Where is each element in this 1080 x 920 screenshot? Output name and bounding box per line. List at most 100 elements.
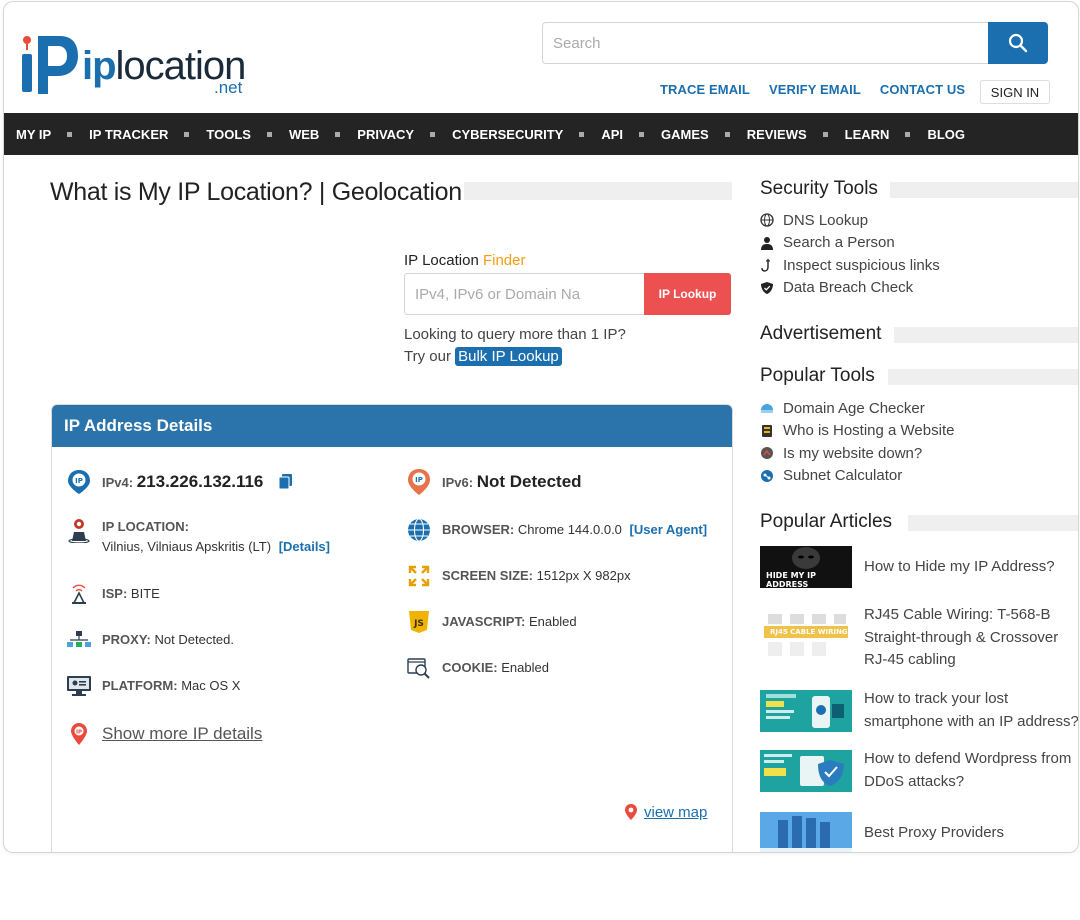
nav-api[interactable]: API bbox=[601, 127, 623, 142]
site-logo[interactable]: iplocation .net bbox=[18, 32, 248, 102]
contact-us-link[interactable]: CONTACT US bbox=[880, 82, 965, 97]
nav-web[interactable]: WEB bbox=[289, 127, 319, 142]
website-down-icon bbox=[760, 446, 774, 460]
ip-details-panel: IP Address Details IP IPv4: 213.226.132.… bbox=[51, 404, 733, 852]
screen-size-value: 1512px X 982px bbox=[536, 568, 631, 583]
popular-tools-heading: Popular Tools bbox=[760, 365, 875, 386]
article-track-smartphone[interactable]: How to track your lost smartphone with a… bbox=[760, 688, 1078, 733]
sidebar-item-dns-lookup[interactable]: DNS Lookup bbox=[760, 209, 940, 232]
nav-games[interactable]: GAMES bbox=[661, 127, 709, 142]
hook-icon bbox=[760, 258, 774, 272]
person-icon bbox=[760, 236, 774, 250]
nav-learn[interactable]: LEARN bbox=[845, 127, 890, 142]
heading-bar bbox=[888, 369, 1078, 385]
svg-text:IP: IP bbox=[75, 477, 83, 485]
nav-separator bbox=[430, 131, 436, 137]
article-thumbnail: RJ45 CABLE WIRING bbox=[760, 609, 852, 666]
sidebar-item-search-person[interactable]: Search a Person bbox=[760, 232, 940, 255]
ip-lookup-button[interactable]: IP Lookup bbox=[644, 273, 731, 315]
dns-globe-icon bbox=[760, 213, 774, 227]
nav-separator bbox=[822, 131, 828, 137]
search-button[interactable] bbox=[988, 22, 1048, 64]
subnet-network-icon bbox=[760, 469, 774, 483]
ip-location-row: IP LOCATION: Vilnius, Vilniaus Apskritis… bbox=[66, 517, 330, 557]
heading-bar bbox=[890, 182, 1078, 198]
sign-in-button[interactable]: SIGN IN bbox=[980, 80, 1050, 104]
svg-text:IP: IP bbox=[76, 730, 82, 736]
sidebar-item-website-down[interactable]: Is my website down? bbox=[760, 442, 954, 465]
article-hide-ip[interactable]: HIDE MY IP ADDRESS How to Hide my IP Add… bbox=[760, 546, 1078, 588]
ip-lookup-input[interactable] bbox=[404, 273, 644, 315]
proxy-row: PROXY: Not Detected. bbox=[66, 627, 234, 653]
article-best-proxy[interactable]: Best Proxy Providers bbox=[760, 812, 1078, 852]
sidebar-item-subnet-calculator[interactable]: Subnet Calculator bbox=[760, 465, 954, 488]
logo-tld: .net bbox=[214, 78, 243, 97]
article-thumbnail: HIDE MY IP ADDRESS bbox=[760, 546, 852, 588]
heading-bar bbox=[908, 515, 1078, 531]
popular-articles-heading: Popular Articles bbox=[760, 511, 893, 532]
security-tools-heading: Security Tools bbox=[760, 178, 878, 199]
isp-row: ISP: BITE bbox=[66, 581, 160, 607]
show-more-ip-details-link[interactable]: Show more IP details bbox=[102, 721, 262, 747]
platform-value: Mac OS X bbox=[181, 678, 241, 693]
sidebar-item-who-is-hosting[interactable]: Who is Hosting a Website bbox=[760, 420, 954, 443]
article-wordpress-ddos[interactable]: How to defend Wordpress from DDoS attack… bbox=[760, 748, 1078, 793]
nav-blog[interactable]: BLOG bbox=[927, 127, 965, 142]
shield-icon bbox=[760, 281, 774, 295]
finder-row: IP Lookup bbox=[404, 273, 734, 315]
trace-email-link[interactable]: TRACE EMAIL bbox=[660, 82, 750, 97]
location-details-link[interactable]: [Details] bbox=[279, 539, 330, 554]
view-map-link[interactable]: view map bbox=[624, 803, 707, 821]
location-value: Vilnius, Vilniaus Apskritis (LT) bbox=[102, 539, 272, 554]
copy-icon[interactable] bbox=[278, 474, 293, 495]
svg-text:JS: JS bbox=[413, 619, 424, 629]
hosting-server-icon bbox=[760, 424, 774, 438]
browser-row: BROWSER: Chrome 144.0.0.0 [User Agent] bbox=[406, 517, 707, 543]
sidebar-item-data-breach[interactable]: Data Breach Check bbox=[760, 277, 940, 300]
nav-privacy[interactable]: PRIVACY bbox=[357, 127, 414, 142]
article-thumbnail bbox=[760, 689, 852, 732]
ipv6-pin-icon: IP bbox=[406, 469, 432, 495]
bulk-ip-lookup-link[interactable]: Bulk IP Lookup bbox=[455, 347, 562, 366]
nav-separator bbox=[905, 131, 911, 137]
bulk-lookup-note: Looking to query more than 1 IP? Try our… bbox=[404, 326, 626, 366]
ipv6-row: IP IPv6: Not Detected bbox=[406, 469, 582, 496]
thumb-caption: HIDE MY IP ADDRESS bbox=[766, 571, 816, 588]
nav-separator bbox=[266, 131, 272, 137]
proxy-value: Not Detected. bbox=[154, 632, 235, 647]
ip-pin-icon: IP bbox=[66, 469, 92, 495]
nav-separator bbox=[335, 131, 341, 137]
verify-email-link[interactable]: VERIFY EMAIL bbox=[769, 82, 861, 97]
title-underline-bar bbox=[464, 182, 732, 200]
advertisement-heading: Advertisement bbox=[760, 323, 882, 344]
security-tools-list: DNS Lookup Search a Person Inspect suspi… bbox=[760, 209, 940, 299]
logo-mark-icon bbox=[22, 36, 78, 94]
ip-pin-small-icon: IP bbox=[66, 721, 92, 747]
monitor-icon bbox=[66, 673, 92, 699]
search-input[interactable] bbox=[542, 22, 988, 64]
nav-tools[interactable]: TOOLS bbox=[206, 127, 251, 142]
browser-value: Chrome 144.0.0.0 bbox=[517, 522, 622, 537]
article-rj45-wiring[interactable]: RJ45 CABLE WIRING RJ45 Cable Wiring: T-5… bbox=[760, 604, 1078, 672]
nav-reviews[interactable]: REVIEWS bbox=[747, 127, 807, 142]
sidebar-item-domain-age[interactable]: Domain Age Checker bbox=[760, 397, 954, 420]
cookie-value: Enabled bbox=[501, 660, 549, 675]
user-agent-link[interactable]: [User Agent] bbox=[630, 522, 708, 537]
top-links: TRACE EMAIL VERIFY EMAIL CONTACT US bbox=[660, 82, 984, 97]
show-more-row: IP Show more IP details bbox=[66, 721, 262, 747]
domain-age-icon bbox=[760, 401, 774, 415]
nav-my-ip[interactable]: MY IP bbox=[16, 127, 51, 142]
heading-bar bbox=[894, 327, 1078, 343]
javascript-icon: JS bbox=[406, 609, 432, 635]
cookie-search-icon bbox=[406, 655, 432, 681]
person-location-icon bbox=[66, 517, 92, 543]
nav-cybersecurity[interactable]: CYBERSECURITY bbox=[452, 127, 563, 142]
nav-ip-tracker[interactable]: IP TRACKER bbox=[89, 127, 168, 142]
page-title: What is My IP Location? | Geolocation bbox=[50, 178, 462, 206]
map-pin-icon bbox=[625, 804, 637, 820]
nav-separator bbox=[724, 131, 730, 137]
sidebar-item-inspect-links[interactable]: Inspect suspicious links bbox=[760, 254, 940, 277]
platform-row: PLATFORM: Mac OS X bbox=[66, 673, 240, 699]
popular-tools-list: Domain Age Checker Who is Hosting a Webs… bbox=[760, 397, 954, 487]
javascript-value: Enabled bbox=[528, 614, 577, 629]
